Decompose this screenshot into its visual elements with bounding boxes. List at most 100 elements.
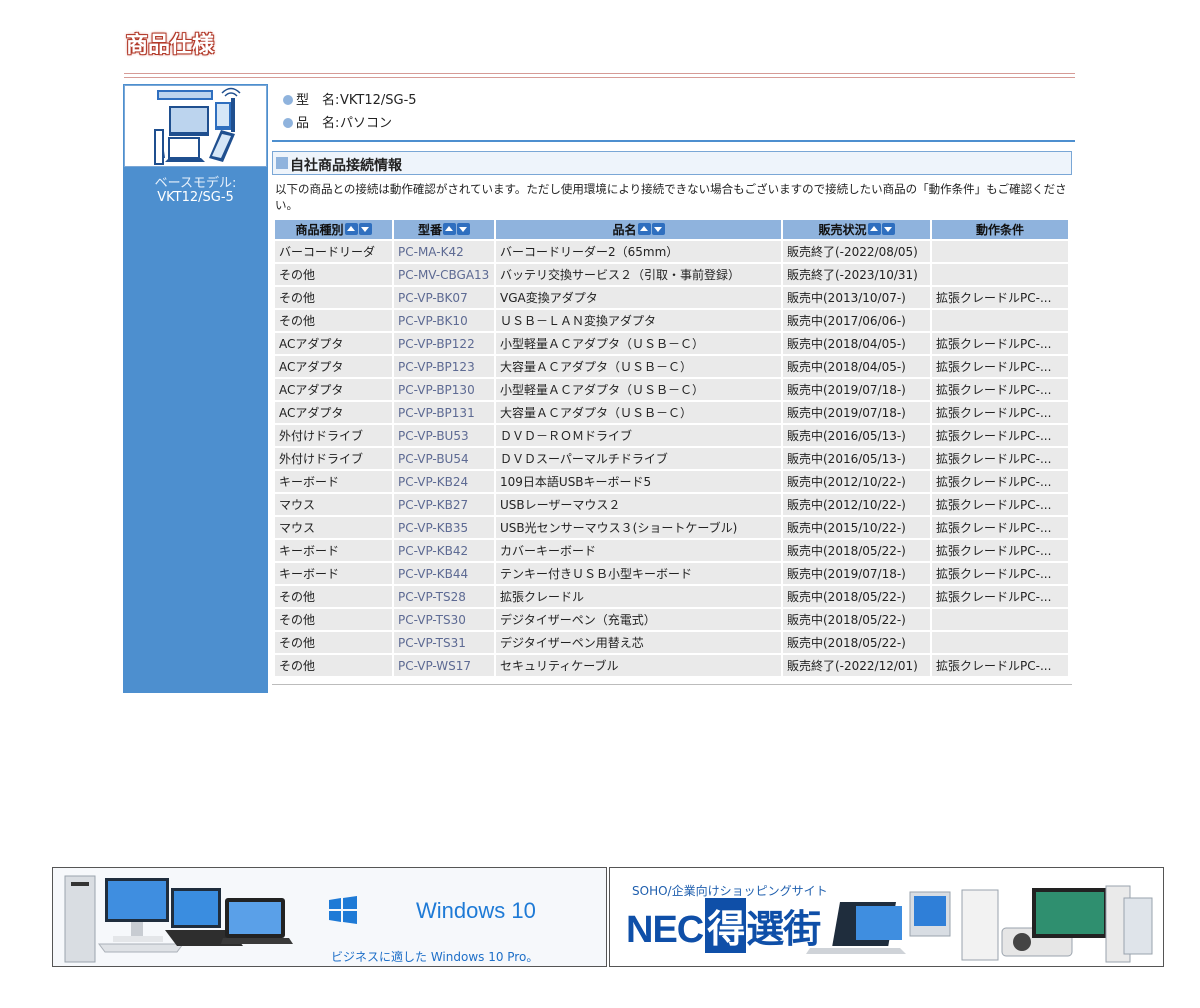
cell-category: その他: [275, 310, 392, 331]
cell-model[interactable]: PC-VP-KB24: [394, 471, 494, 492]
cell-model[interactable]: PC-VP-WS17: [394, 655, 494, 676]
page-title: 商品仕様: [126, 33, 215, 58]
cell-model[interactable]: PC-VP-KB35: [394, 517, 494, 538]
cell-model[interactable]: PC-VP-TS30: [394, 609, 494, 630]
cell-category: ACアダプタ: [275, 379, 392, 400]
cell-model[interactable]: PC-VP-BP130: [394, 379, 494, 400]
sort-asc-icon[interactable]: [637, 223, 651, 235]
table-row: キーボード PC-VP-KB42 カバーキーボード 販売中(2018/05/22-) 拡…: [275, 540, 1068, 561]
nec-logo-main: NEC: [626, 909, 704, 951]
sort-desc-icon[interactable]: [457, 223, 470, 235]
base-model-panel: ベースモデル: VKT12/SG-5: [123, 84, 268, 693]
header-conditions: 動作条件: [932, 220, 1068, 239]
cell-sales-status: 販売中(2016/05/13-): [783, 425, 930, 446]
cell-model[interactable]: PC-VP-BU53: [394, 425, 494, 446]
cell-product-name: USB光センサーマウス３(ショートケーブル): [496, 517, 781, 538]
windows10-banner[interactable]: Windows 10 ビジネスに適した Windows 10 Pro。: [52, 867, 607, 967]
cell-product-name: デジタイザーペン用替え芯: [496, 632, 781, 653]
sort-asc-icon[interactable]: [443, 223, 456, 235]
windows10-subtitle: ビジネスに適した Windows 10 Pro。: [331, 950, 539, 964]
cell-sales-status: 販売中(2018/04/05-): [783, 333, 930, 354]
cell-product-name: 拡張クレードル: [496, 586, 781, 607]
cell-model[interactable]: PC-VP-TS31: [394, 632, 494, 653]
sort-desc-icon[interactable]: [881, 223, 895, 235]
cell-product-name: テンキー付きＵＳＢ小型キーボード: [496, 563, 781, 584]
cell-model[interactable]: PC-VP-KB44: [394, 563, 494, 584]
cell-product-name: 大容量ＡＣアダプタ（ＵＳＢ－Ｃ）: [496, 356, 781, 377]
nec-shop-tagline: SOHO/企業向けショッピングサイト: [632, 884, 828, 898]
sort-asc-icon[interactable]: [867, 223, 881, 235]
bullet-icon: [283, 118, 293, 128]
cell-conditions: 拡張クレードルPC-...: [932, 494, 1068, 515]
cell-product-name: カバーキーボード: [496, 540, 781, 561]
cell-category: マウス: [275, 517, 392, 538]
cell-model[interactable]: PC-MV-CBGA13: [394, 264, 494, 285]
nec-shop-banner[interactable]: SOHO/企業向けショッピングサイト NEC 得選街: [609, 867, 1164, 967]
table-row: ACアダプタ PC-VP-BP123 大容量ＡＣアダプタ（ＵＳＢ－Ｃ） 販売中(201…: [275, 356, 1068, 377]
cell-product-name: ＤＶＤ－ＲＯＭドライブ: [496, 425, 781, 446]
cell-category: マウス: [275, 494, 392, 515]
cell-model[interactable]: PC-VP-TS28: [394, 586, 494, 607]
title-divider: [124, 77, 1075, 78]
info-divider: [272, 140, 1075, 142]
product-thumbnail[interactable]: [124, 85, 267, 167]
table-row: その他 PC-VP-BK07 VGA変換アダプタ 販売中(2013/10/07-) 拡張…: [275, 287, 1068, 308]
cell-model[interactable]: PC-VP-BU54: [394, 448, 494, 469]
cell-model[interactable]: PC-VP-KB42: [394, 540, 494, 561]
model-name-value: VKT12/SG-5: [340, 93, 417, 108]
section-intro: 以下の商品との接続は動作確認がされています。ただし使用環境により接続できない場合…: [275, 182, 1067, 212]
cell-conditions: 拡張クレードルPC-...: [932, 425, 1068, 446]
cell-model[interactable]: PC-VP-BP123: [394, 356, 494, 377]
table-row: ACアダプタ PC-VP-BP131 大容量ＡＣアダプタ（ＵＳＢ－Ｃ） 販売中(201…: [275, 402, 1068, 423]
nec-shop-logo: NEC 得選街: [626, 898, 821, 953]
bullet-icon: [283, 95, 293, 105]
cell-sales-status: 販売終了(-2022/08/05): [783, 241, 930, 262]
cell-conditions: [932, 632, 1068, 653]
cell-sales-status: 販売中(2019/07/18-): [783, 402, 930, 423]
header-category: 商品種別: [275, 220, 392, 239]
cell-category: 外付けドライブ: [275, 448, 392, 469]
cell-sales-status: 販売中(2018/05/22-): [783, 540, 930, 561]
cell-conditions: 拡張クレードルPC-...: [932, 448, 1068, 469]
cell-sales-status: 販売中(2018/04/05-): [783, 356, 930, 377]
table-row: キーボード PC-VP-KB44 テンキー付きＵＳＢ小型キーボード 販売中(2019/…: [275, 563, 1068, 584]
cell-product-name: セキュリティケーブル: [496, 655, 781, 676]
model-name-label: 型 名:: [296, 93, 340, 108]
cell-category: バーコードリーダ: [275, 241, 392, 262]
cell-product-name: ＤＶＤスーパーマルチドライブ: [496, 448, 781, 469]
cell-product-name: VGA変換アダプタ: [496, 287, 781, 308]
cell-conditions: 拡張クレードルPC-...: [932, 471, 1068, 492]
table-row: キーボード PC-VP-KB24 109日本語USBキーボード5 販売中(2012/1…: [275, 471, 1068, 492]
cell-category: ACアダプタ: [275, 356, 392, 377]
cell-conditions: [932, 310, 1068, 331]
cell-model[interactable]: PC-VP-BP131: [394, 402, 494, 423]
sort-desc-icon[interactable]: [651, 223, 665, 235]
header-label: 型番: [417, 223, 442, 237]
base-model-label: ベースモデル:: [154, 176, 237, 191]
cell-conditions: 拡張クレードルPC-...: [932, 563, 1068, 584]
cell-model[interactable]: PC-VP-BP122: [394, 333, 494, 354]
table-row: 外付けドライブ PC-VP-BU54 ＤＶＤスーパーマルチドライブ 販売中(2016/…: [275, 448, 1068, 469]
sort-desc-icon[interactable]: [358, 223, 372, 235]
sort-asc-icon[interactable]: [344, 223, 358, 235]
table-header-row: 商品種別 型番 品名 販売状況 動作条件: [275, 220, 1068, 239]
cell-conditions: [932, 241, 1068, 262]
cell-conditions: 拡張クレードルPC-...: [932, 655, 1068, 676]
cell-model[interactable]: PC-MA-K42: [394, 241, 494, 262]
cell-product-name: バーコードリーダー2（65mm）: [496, 241, 781, 262]
table-row: その他 PC-VP-TS30 デジタイザーペン（充電式） 販売中(2018/05/22…: [275, 609, 1068, 630]
cell-model[interactable]: PC-VP-KB27: [394, 494, 494, 515]
cell-model[interactable]: PC-VP-BK07: [394, 287, 494, 308]
cell-sales-status: 販売中(2013/10/07-): [783, 287, 930, 308]
cell-product-name: デジタイザーペン（充電式）: [496, 609, 781, 630]
table-row: その他 PC-VP-TS28 拡張クレードル 販売中(2018/05/22-) 拡張クレ…: [275, 586, 1068, 607]
product-name-row: 品 名:パソコン: [283, 112, 392, 131]
table-row: その他 PC-VP-WS17 セキュリティケーブル 販売終了(-2022/12/01)…: [275, 655, 1068, 676]
header-model: 型番: [394, 220, 494, 239]
cell-product-name: ＵＳＢ－ＬＡＮ変換アダプタ: [496, 310, 781, 331]
cell-model[interactable]: PC-VP-BK10: [394, 310, 494, 331]
cell-category: キーボード: [275, 471, 392, 492]
header-product-name: 品名: [496, 220, 781, 239]
cell-category: その他: [275, 655, 392, 676]
cell-conditions: 拡張クレードルPC-...: [932, 333, 1068, 354]
